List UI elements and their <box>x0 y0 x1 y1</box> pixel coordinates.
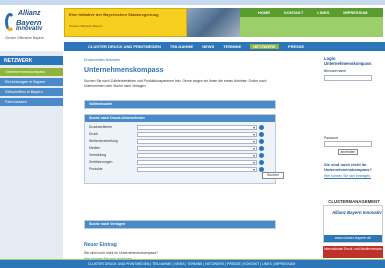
username-label: Benutzername <box>324 69 347 73</box>
sidebar-item-fachmessen[interactable]: Fachmessen <box>0 97 63 106</box>
top-nav: HOME KONTAKT LINKS IMPRESSUM <box>240 8 383 17</box>
sidebar-head: NETZWERK <box>0 56 63 65</box>
filter-row: Zertifizierungen <box>89 160 273 165</box>
filter-label: Zertifizierungen <box>89 160 113 164</box>
login-title: Login Unternehmenskompass <box>324 56 372 66</box>
sidebar-item-einrichtungen[interactable]: Einrichtungen in Bayern <box>0 77 63 86</box>
filter-row: Weiterverarbeitung <box>89 139 273 144</box>
filter-row: Veredelung <box>89 153 273 158</box>
info-icon[interactable] <box>259 146 264 151</box>
login-register-link[interactable]: Hier können Sie sich eintragen. <box>324 174 384 179</box>
sidebar-item-label: Einrichtungen in Bayern <box>5 80 46 84</box>
category-nav: CLUSTER DRUCK UND PRINTMEDIEN TEILNAHME … <box>64 42 385 51</box>
page: Allianz Bayern Innovativ Cluster Offensi… <box>0 0 385 268</box>
banner-title: Eine Initiative der Bayerischen Staatsre… <box>69 12 159 17</box>
sidebar-item-unternehmenskompass[interactable]: Unternehmenskompass <box>0 67 63 76</box>
filter-select[interactable] <box>137 132 257 137</box>
filter-select[interactable] <box>137 167 257 172</box>
info-icon[interactable] <box>259 125 264 130</box>
filter-row: Druckverfahren <box>89 125 273 130</box>
info-icon[interactable] <box>259 153 264 158</box>
filter-select[interactable] <box>137 125 257 130</box>
catnav-termine[interactable]: TERMINE <box>223 44 241 49</box>
sidebar-item-label: Fachmessen <box>5 100 27 104</box>
catnav-teilnahme[interactable]: TEILNAHME <box>170 44 193 49</box>
allianz-logo[interactable]: Allianz Bayern Innovativ Cluster Offensi… <box>2 7 58 43</box>
topnav-kontakt[interactable]: KONTAKT <box>284 10 303 15</box>
filter-label: Veredelung <box>89 153 107 157</box>
login-question: Sie sind noch nicht im Unternehmenskompa… <box>324 162 372 172</box>
publisher-search-box[interactable]: Suche nach Verlagen <box>84 220 276 229</box>
filter-label: Druck <box>89 132 98 136</box>
sidebar-item-label: Zeitschriften in Bayern <box>5 90 43 94</box>
logo-swoosh-icon <box>5 13 15 31</box>
catnav-news[interactable]: NEWS <box>202 44 214 49</box>
header-green-panel <box>240 17 383 37</box>
footer-links[interactable]: CLUSTER DRUCK UND PRINTMEDIEN | TEILNAHM… <box>88 262 295 266</box>
search-button[interactable]: Suchen <box>262 172 284 179</box>
allianz-ad-title: Allianz Bayern Innovativ <box>332 210 382 215</box>
filter-select[interactable] <box>137 160 257 165</box>
header-photo <box>187 8 240 37</box>
filter-label: Medien <box>89 146 101 150</box>
sidebar: NETZWERK Unternehmenskompass Einrichtung… <box>0 51 63 259</box>
banner-subtitle: Cluster-Offensive Bayern <box>69 24 103 28</box>
filter-label: Druckverfahren <box>89 125 113 129</box>
intro-text: Suchen Sie nach Zulieferbetrieben und Pr… <box>84 79 267 88</box>
fulltext-header: Volltextsuche <box>85 101 275 108</box>
password-label: Passwort <box>324 136 338 140</box>
info-icon[interactable] <box>259 139 264 144</box>
publisher-search-header: Suche nach Verlagen <box>85 221 275 228</box>
filter-row: Produkte <box>89 167 273 172</box>
new-entry-text: Sie sind noch nicht im Unternehmenskompa… <box>84 251 158 255</box>
info-icon[interactable] <box>259 160 264 165</box>
allianz-ad[interactable]: Allianz Bayern Innovativ www.cluster-bay… <box>323 205 383 243</box>
filter-select[interactable] <box>137 146 257 151</box>
footer-nav: CLUSTER DRUCK UND PRINTMEDIEN | TEILNAHM… <box>0 260 385 268</box>
company-search-header: Suche nach Druck-Unternehmen <box>85 115 275 122</box>
filter-row: Medien <box>89 146 273 151</box>
filter-label: Weiterverarbeitung <box>89 139 118 143</box>
catnav-presse[interactable]: PRESSE <box>288 44 304 49</box>
username-input[interactable] <box>324 75 372 81</box>
new-entry-title: Neuer Eintrag <box>84 242 117 248</box>
info-icon[interactable] <box>259 132 264 137</box>
breadcrumb[interactable]: Druckmedien Netzwerk <box>84 58 120 62</box>
cluster-management-label: CLUSTERMANAGEMENT <box>328 199 380 204</box>
filter-select[interactable] <box>137 153 257 158</box>
fulltext-box[interactable]: Volltextsuche <box>84 100 276 109</box>
allianz-ad-url: www.cluster-bayern.de <box>324 235 382 242</box>
sidebar-head-label: NETZWERK <box>4 58 33 64</box>
page-title: Unternehmenskompass <box>84 67 164 74</box>
filter-row: Druck <box>89 132 273 137</box>
header-banner: Eine Initiative der Bayerischen Staatsre… <box>64 8 187 37</box>
top-stripe <box>0 0 385 5</box>
messe-ad[interactable]: Internationale Druck- und Medienmessen <box>323 246 383 258</box>
login-button[interactable]: anmelden <box>338 149 358 155</box>
company-search-box: Suche nach Druck-Unternehmen Druckverfah… <box>84 114 276 184</box>
topnav-links[interactable]: LINKS <box>317 10 329 15</box>
filter-select[interactable] <box>137 139 257 144</box>
catnav-cluster[interactable]: CLUSTER DRUCK UND PRINTMEDIEN <box>88 44 161 49</box>
topnav-impressum[interactable]: IMPRESSUM <box>343 10 367 15</box>
sidebar-item-label: Unternehmenskompass <box>5 70 46 74</box>
logo-tagline: Cluster Offensive Bayern <box>5 36 44 40</box>
sidebar-item-zeitschriften[interactable]: Zeitschriften in Bayern <box>0 87 63 96</box>
catnav-netzwerk[interactable]: NETZWERK <box>250 44 279 49</box>
topnav-home[interactable]: HOME <box>258 10 270 15</box>
filter-label: Produkte <box>89 167 103 171</box>
logo-line1: Allianz <box>18 10 41 17</box>
password-input[interactable] <box>324 141 372 147</box>
logo-line3: Innovativ <box>16 26 43 32</box>
